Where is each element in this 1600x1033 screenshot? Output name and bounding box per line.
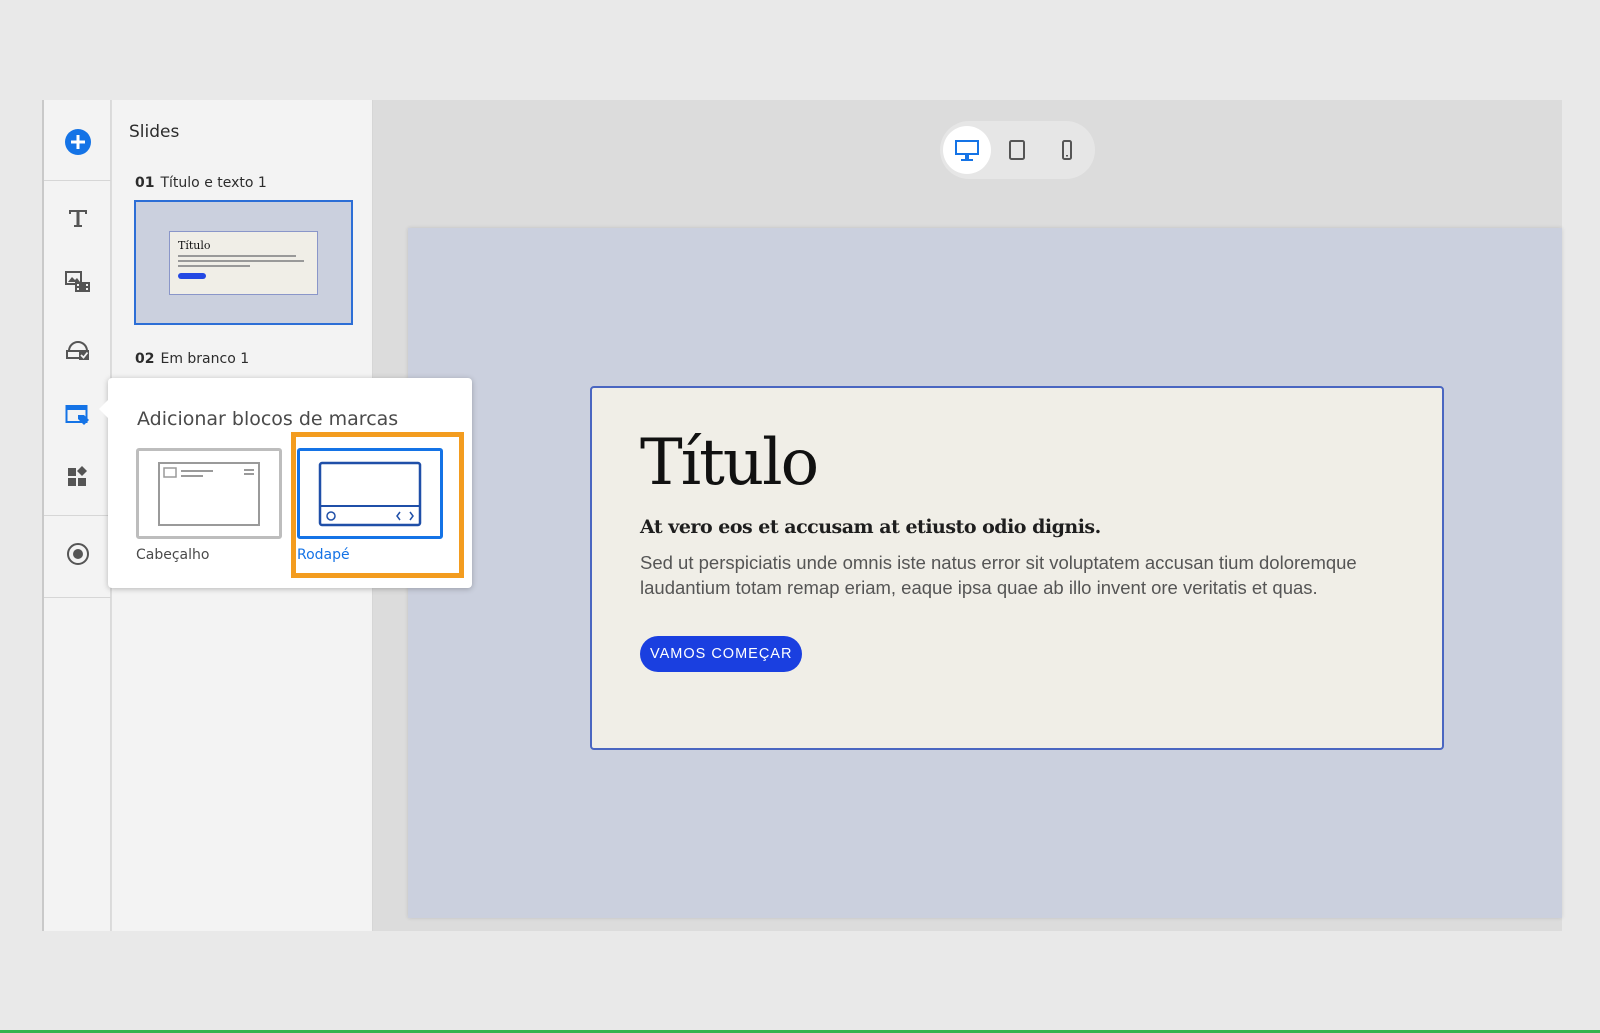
desktop-view-button[interactable] — [943, 126, 991, 174]
thumbnail-title: Título — [178, 239, 211, 252]
footer-layout-icon — [318, 461, 422, 527]
mobile-icon — [1062, 140, 1072, 160]
slide-thumbnail-01[interactable]: Título — [134, 200, 353, 325]
thumbnail-button — [178, 273, 206, 279]
slide-title[interactable]: Título — [640, 428, 1394, 499]
slide-label-02: 02 Em branco 1 — [135, 351, 249, 367]
text-tool-button[interactable] — [44, 198, 111, 238]
header-layout-icon — [158, 462, 260, 526]
footer-block-label: Rodapé — [297, 547, 350, 563]
brand-blocks-popover: Adicionar blocos de marcas Cabeçalho Rod… — [99, 378, 472, 588]
add-button[interactable] — [44, 122, 111, 162]
rail-divider — [44, 597, 111, 598]
thumbnail-text-line — [178, 265, 251, 267]
thumbnail-text-line — [178, 260, 304, 262]
brand-block-icon — [65, 405, 89, 425]
text-icon — [68, 210, 87, 227]
rail-divider — [44, 515, 111, 516]
editor-app: Slides 01 Título e texto 1 Título 02 Em br… — [42, 100, 1562, 931]
footer-block-preview — [297, 448, 443, 539]
slide-name: Em branco 1 — [160, 351, 250, 367]
cta-button[interactable]: VAMOS COMEÇAR — [640, 636, 803, 673]
slide-subtitle[interactable]: At vero eos et accusam at etiusto odio d… — [640, 516, 1394, 538]
plus-circle-icon — [64, 129, 91, 155]
quiz-tool-button[interactable] — [44, 330, 111, 370]
header-block-option[interactable]: Cabeçalho — [136, 448, 282, 563]
slide-content-card[interactable]: Título At vero eos et accusam at etiusto… — [590, 386, 1444, 750]
header-block-label: Cabeçalho — [136, 547, 210, 563]
record-button[interactable] — [44, 534, 111, 574]
media-icon — [64, 271, 90, 292]
slide-label-01: 01 Título e texto 1 — [135, 175, 267, 191]
tablet-icon — [1009, 140, 1025, 160]
popover-arrow — [99, 400, 108, 418]
rail-divider — [44, 180, 111, 181]
mobile-view-button[interactable] — [1043, 126, 1091, 174]
record-icon — [66, 543, 89, 565]
desktop-icon — [955, 140, 979, 161]
device-preview-toolbar — [940, 121, 1095, 179]
slide-canvas[interactable]: Título At vero eos et accusam at etiusto… — [408, 228, 1562, 918]
tool-rail — [42, 100, 111, 931]
footer-block-option[interactable]: Rodapé — [297, 448, 443, 563]
media-tool-button[interactable] — [44, 262, 111, 302]
panel-title: Slides — [129, 122, 180, 142]
slide-name: Título e texto 1 — [160, 175, 267, 191]
header-block-preview — [136, 448, 282, 539]
widgets-icon — [67, 466, 87, 486]
thumbnail-card: Título — [169, 231, 318, 295]
slide-number: 01 — [135, 175, 155, 191]
quiz-check-icon — [65, 341, 89, 360]
tablet-view-button[interactable] — [993, 126, 1041, 174]
slide-number: 02 — [135, 351, 155, 367]
thumbnail-text-line — [178, 255, 296, 257]
slide-body-text[interactable]: Sed ut perspiciatis unde omnis iste natu… — [640, 550, 1370, 600]
widgets-tool-button[interactable] — [44, 457, 111, 497]
popover-title: Adicionar blocos de marcas — [137, 408, 399, 430]
